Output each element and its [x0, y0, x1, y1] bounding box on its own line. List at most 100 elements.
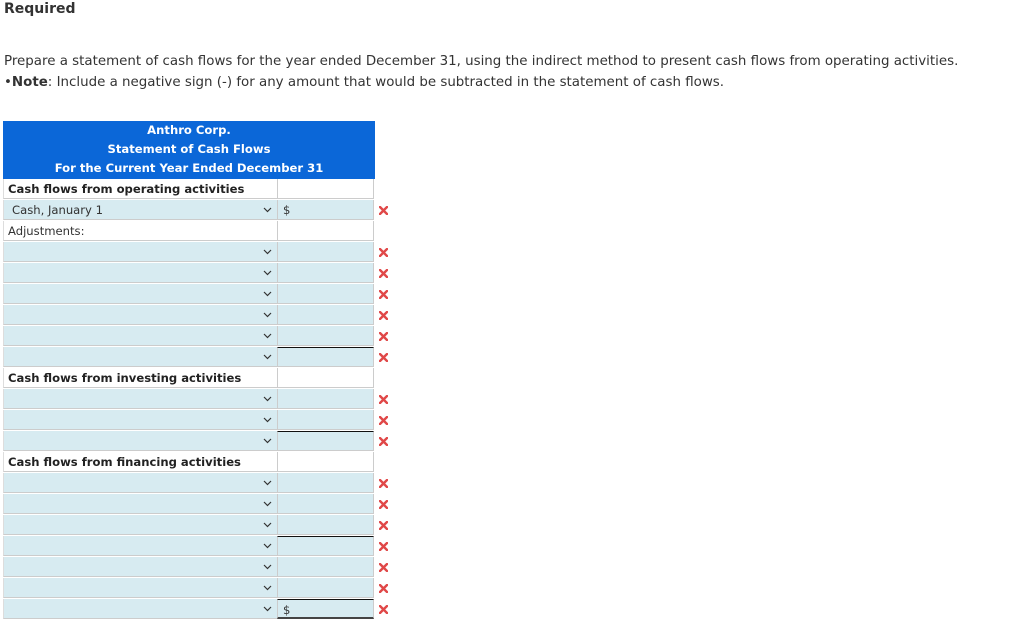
statement-period: For the Current Year Ended December 31 [54, 161, 324, 175]
cash-reconciliation-row [3, 578, 375, 599]
chevron-down-icon[interactable] [263, 536, 272, 549]
account-dropdown[interactable] [3, 410, 277, 430]
row-label-text: Adjustments: [8, 224, 85, 238]
chevron-down-icon[interactable] [263, 599, 272, 612]
empty-amount-cell [277, 221, 374, 241]
amount-input[interactable] [277, 389, 374, 409]
row-label-text: Cash, January 1 [12, 203, 103, 217]
chevron-down-icon[interactable] [263, 326, 272, 339]
amount-input[interactable] [277, 263, 374, 283]
amount-input[interactable] [277, 284, 374, 304]
statement-title: Statement of Cash Flows [107, 142, 271, 156]
account-dropdown[interactable] [3, 473, 277, 493]
note-text: : Include a negative sign (-) for any am… [47, 75, 725, 90]
incorrect-x-icon [379, 290, 389, 300]
incorrect-x-icon [379, 437, 389, 447]
financing-row [3, 473, 375, 494]
operating-adjustment-row [3, 242, 375, 263]
account-dropdown[interactable] [3, 389, 277, 409]
empty-amount-cell [277, 179, 374, 199]
amount-input[interactable] [277, 326, 374, 346]
amount-input[interactable]: $ [277, 599, 374, 619]
chevron-down-icon[interactable] [263, 200, 272, 213]
cash-december-31-row: $ [3, 599, 375, 620]
account-dropdown[interactable] [3, 242, 277, 262]
account-dropdown[interactable] [3, 536, 277, 556]
incorrect-x-icon [379, 395, 389, 405]
incorrect-x-icon [379, 269, 389, 279]
amount-input[interactable] [277, 578, 374, 598]
operating-adjustment-row [3, 326, 375, 347]
operating-adjustment-row [3, 263, 375, 284]
account-dropdown[interactable] [3, 557, 277, 577]
account-dropdown[interactable] [3, 284, 277, 304]
amount-input[interactable] [277, 536, 374, 556]
chevron-down-icon[interactable] [263, 347, 272, 360]
account-dropdown[interactable] [3, 347, 277, 367]
chevron-down-icon[interactable] [263, 305, 272, 318]
account-dropdown[interactable]: Cash, January 1 [3, 200, 277, 220]
incorrect-x-icon [379, 500, 389, 510]
incorrect-x-icon [379, 311, 389, 321]
account-dropdown[interactable] [3, 305, 277, 325]
chevron-down-icon[interactable] [263, 578, 272, 591]
chevron-down-icon[interactable] [263, 515, 272, 528]
incorrect-x-icon [379, 542, 389, 552]
amount-input[interactable] [277, 305, 374, 325]
chevron-down-icon[interactable] [263, 284, 272, 297]
empty-amount-cell [277, 452, 374, 472]
investing-row [3, 410, 375, 431]
incorrect-x-icon [379, 353, 389, 363]
operating-cash-january-1-row: Cash, January 1 $ [3, 200, 375, 221]
chevron-down-icon[interactable] [263, 263, 272, 276]
account-dropdown[interactable] [3, 494, 277, 514]
row-label: Cash flows from financing activities [3, 452, 277, 472]
statement-header: Anthro Corp. Statement of Cash Flows For… [3, 121, 375, 179]
chevron-down-icon[interactable] [263, 473, 272, 486]
chevron-down-icon[interactable] [263, 389, 272, 402]
cash-flow-statement-table: Anthro Corp. Statement of Cash Flows For… [3, 121, 375, 620]
incorrect-x-icon [379, 248, 389, 258]
amount-input[interactable] [277, 242, 374, 262]
amount-input[interactable] [277, 431, 374, 451]
note-line: •Note: Include a negative sign (-) for a… [4, 72, 958, 93]
incorrect-x-icon [379, 206, 389, 216]
incorrect-x-icon [379, 416, 389, 426]
incorrect-x-icon [379, 521, 389, 531]
amount-input[interactable] [277, 557, 374, 577]
incorrect-x-icon [379, 605, 389, 615]
account-dropdown[interactable] [3, 578, 277, 598]
chevron-down-icon[interactable] [263, 494, 272, 507]
empty-amount-cell [277, 368, 374, 388]
account-dropdown[interactable] [3, 263, 277, 283]
operating-adjustment-row [3, 305, 375, 326]
chevron-down-icon[interactable] [263, 557, 272, 570]
account-dropdown[interactable] [3, 515, 277, 535]
account-dropdown[interactable] [3, 599, 277, 619]
chevron-down-icon[interactable] [263, 242, 272, 255]
amount-input[interactable] [277, 515, 374, 535]
chevron-down-icon[interactable] [263, 431, 272, 444]
chevron-down-icon[interactable] [263, 410, 272, 423]
account-dropdown[interactable] [3, 431, 277, 451]
amount-input[interactable]: $ [277, 200, 374, 220]
financing-total-row [3, 536, 375, 557]
operating-section-header: Cash flows from operating activities [3, 179, 375, 200]
cash-reconciliation-row [3, 557, 375, 578]
operating-total-row [3, 347, 375, 368]
amount-input[interactable] [277, 410, 374, 430]
amount-input[interactable] [277, 494, 374, 514]
account-dropdown[interactable] [3, 326, 277, 346]
row-label: Adjustments: [3, 221, 277, 241]
investing-row [3, 389, 375, 410]
investing-section-header: Cash flows from investing activities [3, 368, 375, 389]
required-heading: Required [4, 1, 76, 17]
instruction-text: Prepare a statement of cash flows for th… [4, 54, 959, 69]
incorrect-x-icon [379, 584, 389, 594]
note-bullet: • [4, 75, 12, 90]
amount-input[interactable] [277, 347, 374, 367]
dollar-sign: $ [283, 603, 291, 617]
amount-input[interactable] [277, 473, 374, 493]
row-label: Cash flows from operating activities [3, 179, 277, 199]
investing-total-row [3, 431, 375, 452]
